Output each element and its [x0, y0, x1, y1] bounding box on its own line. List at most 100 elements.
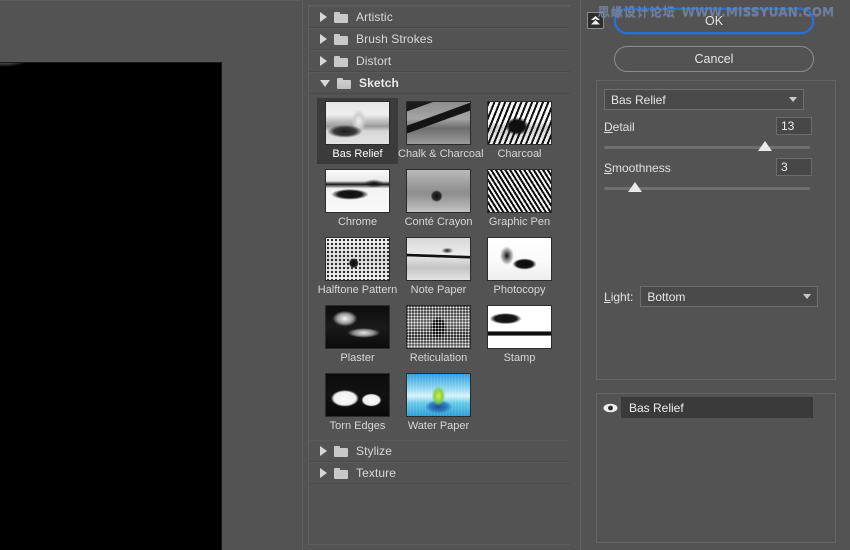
layer-visibility-toggle[interactable] [600, 397, 621, 418]
filter-thumb-label: Reticulation [398, 352, 479, 364]
filter-thumb-plaster[interactable]: Plaster [317, 302, 398, 368]
category-stylize[interactable]: Stylize [309, 440, 570, 462]
detail-value-field[interactable]: 13 [776, 117, 812, 135]
ok-button-label: OK [705, 14, 723, 28]
filter-thumb-label: Water Paper [398, 420, 479, 432]
filter-thumb-label: Note Paper [398, 284, 479, 296]
controls-pane: OK Cancel 思缘设计论坛WWW.MISSYUAN.COM Bas Rel… [580, 0, 850, 550]
category-label: Texture [356, 466, 396, 480]
filter-thumbnail-image [325, 373, 390, 417]
filter-thumbnail-image [487, 101, 552, 145]
cancel-button-label: Cancel [695, 52, 734, 66]
filter-thumb-chalk-charcoal[interactable]: Chalk & Charcoal [398, 98, 479, 164]
light-row: Light: Bottom [604, 286, 818, 307]
filter-thumb-reticulation[interactable]: Reticulation [398, 302, 479, 368]
eye-icon [603, 403, 618, 413]
category-label: Artistic [356, 10, 393, 24]
filter-thumb-label: Conté Crayon [398, 216, 479, 228]
collapse-panel-button[interactable] [587, 12, 604, 29]
filter-thumbnail-image [406, 373, 471, 417]
folder-icon [334, 12, 348, 23]
double-chevron-up-icon [590, 15, 601, 26]
filter-thumb-halftone-pattern[interactable]: Halftone Pattern [317, 234, 398, 300]
filter-thumb-label: Chalk & Charcoal [398, 148, 479, 160]
filter-name-dropdown[interactable]: Bas Relief [604, 89, 804, 110]
filter-thumb-stamp[interactable]: Stamp [479, 302, 560, 368]
preview-texture [0, 62, 222, 550]
filter-thumbnail-image [406, 305, 471, 349]
detail-param-row: Detail 13 [604, 120, 828, 134]
light-dropdown[interactable]: Bottom [640, 286, 818, 307]
smoothness-value-field[interactable]: 3 [776, 158, 812, 176]
filter-thumb-label: Stamp [479, 352, 560, 364]
sketch-filter-grid: Bas Relief Chalk & Charcoal Charcoal Chr… [309, 94, 570, 440]
effect-layers-panel: Bas Relief [596, 393, 836, 543]
filter-category-list[interactable]: Artistic Brush Strokes Distort Sketch [308, 5, 570, 545]
filter-thumbnail-image [325, 169, 390, 213]
filter-thumb-label: Torn Edges [317, 420, 398, 432]
category-label: Distort [356, 54, 391, 68]
filter-thumbnail-image [406, 169, 471, 213]
detail-label: Detail [604, 120, 635, 134]
filter-thumb-conte-crayon[interactable]: Conté Crayon [398, 166, 479, 232]
filter-thumb-label: Chrome [317, 216, 398, 228]
filter-thumb-label: Halftone Pattern [317, 284, 398, 296]
category-sketch[interactable]: Sketch [309, 72, 570, 94]
category-distort[interactable]: Distort [309, 50, 570, 72]
chevron-down-icon [803, 294, 811, 299]
folder-open-icon [337, 78, 351, 89]
category-brush-strokes[interactable]: Brush Strokes [309, 28, 570, 50]
chevron-right-icon [320, 56, 327, 66]
filter-thumb-note-paper[interactable]: Note Paper [398, 234, 479, 300]
chevron-down-icon [320, 80, 330, 87]
ok-button[interactable]: OK [614, 8, 814, 34]
filter-thumb-label: Photocopy [479, 284, 560, 296]
light-label: Light: [604, 290, 633, 304]
filter-thumbnail-image [406, 101, 471, 145]
filter-thumb-chrome[interactable]: Chrome [317, 166, 398, 232]
chevron-right-icon [320, 446, 327, 456]
filter-thumb-label: Graphic Pen [479, 216, 560, 228]
chevron-right-icon [320, 468, 327, 478]
filter-thumbnail-image [325, 101, 390, 145]
category-texture[interactable]: Texture [309, 462, 570, 484]
folder-icon [334, 56, 348, 67]
category-label: Brush Strokes [356, 32, 433, 46]
cancel-button[interactable]: Cancel [614, 46, 814, 72]
filter-gallery-pane: Artistic Brush Strokes Distort Sketch [302, 0, 579, 550]
filter-thumb-torn-edges[interactable]: Torn Edges [317, 370, 398, 436]
filter-thumb-photocopy[interactable]: Photocopy [479, 234, 560, 300]
category-label: Stylize [356, 444, 392, 458]
filter-thumb-graphic-pen[interactable]: Graphic Pen [479, 166, 560, 232]
filter-thumb-water-paper[interactable]: Water Paper [398, 370, 479, 436]
filter-thumbnail-image [325, 305, 390, 349]
detail-slider-thumb[interactable] [758, 141, 772, 151]
filter-preview-image[interactable] [0, 62, 222, 550]
filter-thumbnail-image [406, 237, 471, 281]
chevron-down-icon [789, 97, 797, 102]
detail-slider-track[interactable] [604, 146, 810, 149]
filter-thumb-bas-relief[interactable]: Bas Relief [317, 98, 398, 164]
filter-thumb-label: Plaster [317, 352, 398, 364]
light-value: Bottom [647, 290, 803, 304]
category-artistic[interactable]: Artistic [309, 6, 570, 28]
smoothness-label: Smoothness [604, 161, 671, 175]
smoothness-param-row: Smoothness 3 [604, 161, 828, 175]
filter-thumb-label: Charcoal [479, 148, 560, 160]
filter-thumbnail-image [487, 169, 552, 213]
folder-icon [334, 34, 348, 45]
filter-thumb-label: Bas Relief [317, 148, 398, 160]
filter-parameters-panel: Bas Relief Detail 13 Smoothness 3 Light [596, 80, 836, 380]
effect-layer-name: Bas Relief [621, 401, 684, 415]
filter-name-value: Bas Relief [611, 93, 789, 107]
preview-pane [0, 0, 301, 550]
effect-layer-row[interactable]: Bas Relief [600, 397, 813, 418]
filter-thumbnail-image [487, 305, 552, 349]
folder-icon [334, 446, 348, 457]
filter-thumb-charcoal[interactable]: Charcoal [479, 98, 560, 164]
chevron-right-icon [320, 12, 327, 22]
folder-icon [334, 468, 348, 479]
smoothness-slider-thumb[interactable] [628, 182, 642, 192]
smoothness-slider-track[interactable] [604, 187, 810, 190]
filter-thumbnail-image [325, 237, 390, 281]
